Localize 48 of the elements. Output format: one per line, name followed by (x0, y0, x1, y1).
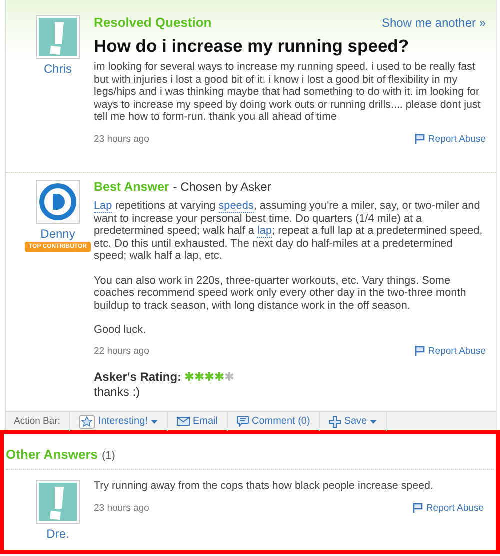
caret-icon (150, 420, 158, 424)
email-button[interactable]: Email (168, 412, 228, 431)
rating-label: Asker's Rating: (94, 370, 182, 384)
caret-icon (370, 420, 378, 424)
report-abuse-link[interactable]: Report Abuse (415, 346, 486, 356)
star-icon (79, 414, 96, 428)
star-icon (194, 372, 204, 381)
speech-bubble-icon (236, 416, 249, 427)
timestamp: 23 hours ago (94, 134, 150, 144)
keyword-link[interactable]: speeds (218, 200, 254, 213)
keyword-link[interactable]: lap (257, 225, 272, 238)
avatar-icon[interactable] (36, 15, 80, 59)
timestamp: 22 hours ago (94, 346, 150, 356)
question-title: How do i increase my running speed? (94, 36, 410, 57)
username-link[interactable]: Chris (44, 62, 72, 76)
avatar-icon[interactable] (36, 180, 80, 224)
best-answer-heading: Best Answer (94, 180, 170, 194)
action-bar-label: Action Bar: (6, 412, 70, 431)
answer-paragraph: Good luck. (94, 324, 148, 336)
question-body: im looking for several ways to increase my running speed. i used to be really fast but with injuries i lost a good bit of it. i know i lost a good bit of flexibility in my legs/hips and i was thinking maybe that had something to do with it. im looking for ways to increase my speed by doing work outs or running drills.... please dont just tell me how to form-run. thank you all ahead of time (94, 61, 482, 124)
keyword-link[interactable]: Lap (94, 200, 112, 213)
other-answers-heading: Other Answers (6, 447, 98, 462)
star-icon (184, 372, 194, 381)
plus-icon (329, 416, 342, 428)
star-icon (224, 372, 234, 381)
avatar-icon[interactable] (36, 480, 80, 524)
flag-icon (413, 503, 424, 513)
chosen-by-label: - Chosen by Asker (173, 180, 272, 194)
show-another-link[interactable]: Show me another » (382, 16, 486, 30)
answer-paragraph: You can also work in 220s, three-quarter workouts, etc. Vary things. Some coaches recommend speed work only every other day in the two-three month buildup to track season, with long distance work in the off season. (94, 274, 468, 312)
timestamp: 23 hours ago (94, 502, 150, 514)
answer-paragraph: Lap repetitions at varying speeds, assuming you're a miler, say, or two-miler and want to increase your personal best time. Do quarters (1/4 mile) at a predetermined speed; walk half a lap; repeat a full lap at a predetermined speed, etc. Do this until exhausted. The next day do half-miles at a predetermined speed; walk half a lap, etc. (94, 200, 484, 262)
comment-button[interactable]: Comment (0) (228, 412, 320, 431)
username-link[interactable]: Denny (40, 227, 76, 241)
username-link[interactable]: Dre. (46, 527, 70, 541)
envelope-icon (176, 417, 190, 426)
report-abuse-link[interactable]: Report Abuse (415, 134, 486, 144)
save-button[interactable]: Save (320, 412, 388, 431)
star-icon (214, 372, 224, 381)
flag-icon (415, 134, 426, 144)
star-icon (204, 372, 214, 381)
flag-icon (415, 346, 426, 356)
interesting-button[interactable]: Interesting! (70, 412, 168, 431)
answer-count: (1) (102, 450, 116, 462)
report-abuse-link[interactable]: Report Abuse (413, 502, 484, 514)
answer-text: Try running away from the cops thats how black people increase speed. (94, 480, 434, 492)
rating-comment: thanks :) (94, 384, 142, 398)
question-status: Resolved Question (94, 15, 212, 30)
